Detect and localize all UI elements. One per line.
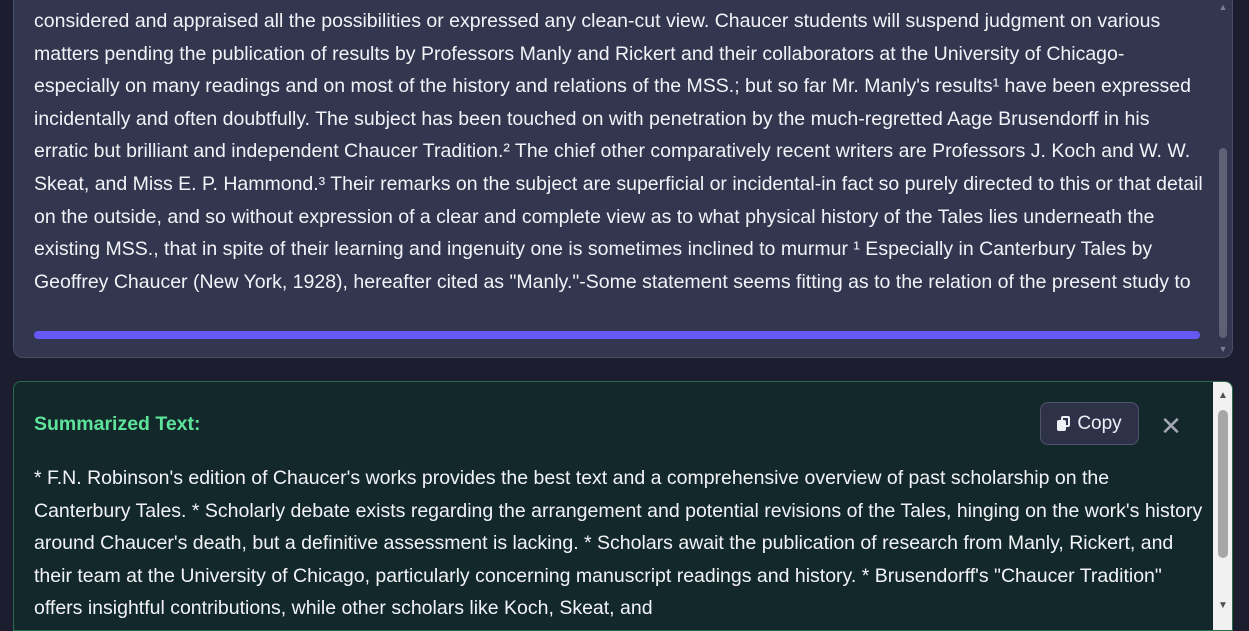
text-highlight-underline [34,331,1200,339]
summary-panel: Summarized Text: Copy ✕ * F.N. Robinson'… [13,381,1233,631]
copy-button[interactable]: Copy [1040,402,1139,445]
scroll-up-arrow-icon[interactable]: ▲ [1218,2,1228,12]
summary-scrollbar-thumb[interactable] [1218,410,1228,558]
summary-title: Summarized Text: [34,413,201,435]
summary-scroll-up-icon[interactable]: ▲ [1218,391,1228,401]
close-icon[interactable]: ✕ [1159,413,1183,439]
source-scrollbar-thumb[interactable] [1219,148,1227,338]
copy-icon [1057,415,1071,432]
source-scrollbar[interactable]: ▲ ▼ [1216,0,1230,356]
source-text-panel[interactable]: considered and appraised all the possibi… [13,0,1233,358]
summary-text: * F.N. Robinson's edition of Chaucer's w… [34,467,1203,620]
app-root: considered and appraised all the possibi… [0,0,1249,631]
scroll-down-arrow-icon[interactable]: ▼ [1218,344,1228,354]
summary-scroll-down-icon[interactable]: ▼ [1218,601,1228,611]
copy-button-label: Copy [1077,412,1122,434]
source-text: considered and appraised all the possibi… [34,10,1203,293]
summary-scrollbar[interactable]: ▲ ▼ [1213,382,1232,630]
